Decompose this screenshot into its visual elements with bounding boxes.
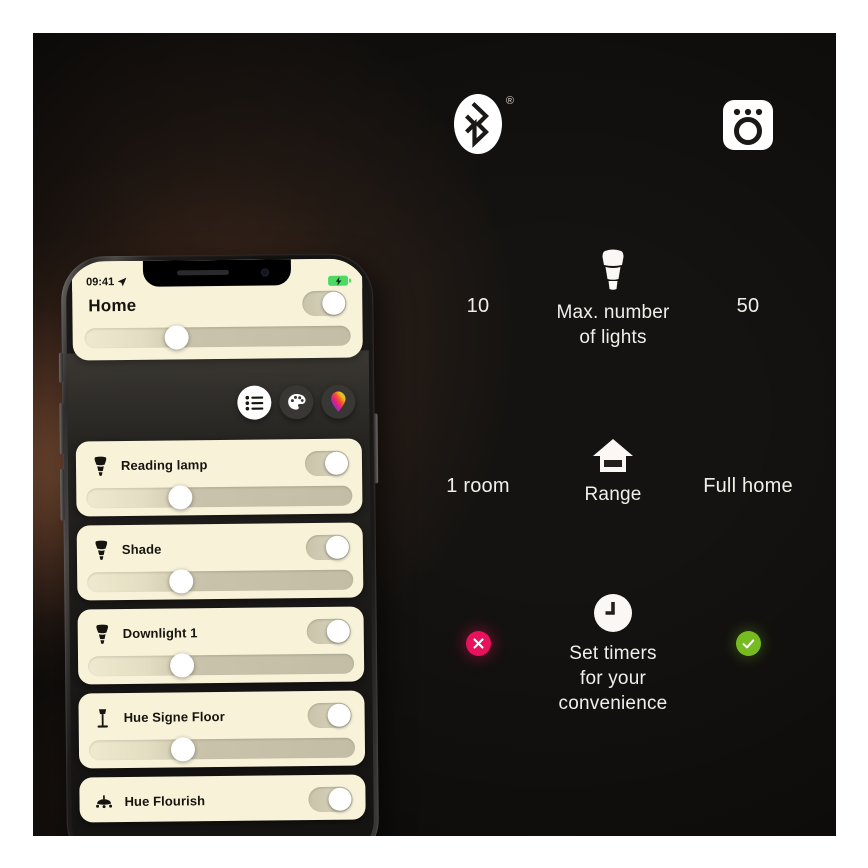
close-icon: [472, 638, 484, 649]
status-badge-supported: [735, 631, 761, 656]
light-brightness-slider[interactable]: [88, 737, 356, 762]
light-row-header: Downlight 1: [88, 616, 354, 647]
list-icon: [245, 395, 264, 411]
range-bluetooth-value: 1 room: [446, 475, 510, 497]
light-card-downlight-1[interactable]: Downlight 1: [77, 606, 365, 685]
pendant-lamp-icon: [93, 794, 113, 809]
phone-volume-up-button[interactable]: [59, 402, 64, 455]
bulb-icon: [602, 249, 624, 290]
home-slider-knob[interactable]: [164, 325, 189, 350]
light-row-header: Reading lamp: [86, 448, 352, 479]
tab-list-view[interactable]: [237, 385, 272, 420]
location-arrow-icon: [117, 277, 127, 287]
check-icon: [742, 638, 754, 648]
phone-mockup: 09:41 Home Reading lamp Shade Downlight …: [58, 253, 389, 836]
light-name: Downlight 1: [122, 625, 198, 642]
light-slider-knob[interactable]: [171, 737, 196, 762]
light-name: Shade: [121, 541, 162, 558]
home-brightness-slider[interactable]: [84, 325, 351, 350]
light-card-hue-signe-floor[interactable]: Hue Signe Floor: [78, 690, 366, 769]
light-card-reading-lamp[interactable]: Reading lamp: [75, 438, 363, 517]
light-row-header: Hue Flourish: [89, 784, 355, 815]
comparison-panel: ® Max. number of lights 10 50 Range 1 ro…: [403, 93, 823, 793]
phone-notch: [142, 259, 292, 287]
max-lights-bridge-value: 50: [736, 295, 760, 317]
phone-body: 09:41 Home Reading lamp Shade Downlight …: [58, 253, 380, 836]
light-toggle[interactable]: [306, 618, 351, 645]
battery-charging-icon: [328, 275, 349, 286]
tab-scenes-view[interactable]: [279, 385, 314, 420]
light-name: Reading lamp: [120, 457, 208, 474]
house-range-icon: [593, 439, 633, 472]
light-toggle-knob: [328, 787, 352, 811]
timers-label-line2: for your: [579, 668, 646, 689]
bluetooth-icon: [454, 94, 502, 154]
max-lights-label-line2: of lights: [579, 327, 647, 348]
light-card-shade[interactable]: Shade: [76, 522, 364, 601]
color-picker-icon: [331, 391, 346, 412]
registered-trademark-symbol: ®: [505, 95, 514, 107]
light-toggle-knob: [324, 451, 349, 475]
hue-bridge-icon: [723, 100, 773, 150]
light-slider-knob[interactable]: [170, 653, 195, 678]
light-toggle[interactable]: [305, 534, 351, 561]
timers-bridge-value: [673, 631, 823, 656]
hue-bridge-column-header: [673, 99, 823, 156]
spot-bulb-icon: [92, 624, 112, 644]
view-tabs: [237, 384, 356, 420]
light-card-hue-flourish[interactable]: Hue Flourish: [79, 774, 366, 823]
home-card-header: Home: [84, 289, 350, 319]
home-toggle-knob: [322, 291, 346, 315]
clock-icon: [594, 594, 632, 632]
timers-bluetooth-value: [403, 631, 553, 656]
palette-icon: [287, 393, 306, 410]
range-bridge-value: Full home: [703, 475, 793, 497]
light-toggle[interactable]: [304, 450, 350, 477]
light-slider-knob[interactable]: [169, 569, 194, 594]
lights-list: Reading lamp Shade Downlight 1 Hue Signe…: [75, 438, 366, 823]
scene-background: ® Max. number of lights 10 50 Range 1 ro…: [33, 33, 836, 836]
spot-bulb-icon: [90, 456, 110, 476]
phone-volume-down-button[interactable]: [60, 468, 65, 521]
status-badge-unsupported: [465, 631, 491, 656]
home-title: Home: [88, 295, 137, 315]
light-toggle-knob: [327, 703, 351, 727]
light-toggle[interactable]: [308, 786, 353, 813]
light-brightness-slider[interactable]: [88, 653, 355, 678]
max-lights-bluetooth-value: 10: [466, 295, 490, 317]
status-bar-time: 09:41: [86, 276, 115, 289]
light-row-header: Hue Signe Floor: [88, 700, 354, 731]
phone-power-button[interactable]: [373, 413, 379, 484]
status-bar-left: 09:41: [86, 276, 127, 288]
front-camera: [260, 268, 270, 277]
light-name: Hue Signe Floor: [123, 708, 225, 726]
spot-bulb-icon: [91, 540, 111, 560]
light-toggle-knob: [326, 619, 350, 643]
light-toggle-knob: [325, 535, 349, 559]
phone-screen: 09:41 Home Reading lamp Shade Downlight …: [65, 258, 375, 836]
tab-colors-view[interactable]: [321, 384, 356, 419]
floor-lamp-icon: [93, 708, 113, 728]
home-power-toggle[interactable]: [302, 290, 347, 317]
light-row-header: Shade: [87, 532, 353, 563]
timers-label-line3: convenience: [558, 693, 668, 714]
light-name: Hue Flourish: [124, 793, 206, 810]
light-brightness-slider[interactable]: [86, 485, 353, 510]
charging-bolt-icon: [335, 276, 341, 286]
bluetooth-column-header: ®: [403, 93, 553, 160]
light-toggle[interactable]: [307, 702, 352, 729]
earpiece-speaker: [176, 269, 230, 276]
light-slider-knob[interactable]: [168, 485, 193, 510]
phone-mute-switch[interactable]: [58, 352, 64, 383]
light-brightness-slider[interactable]: [87, 569, 354, 594]
